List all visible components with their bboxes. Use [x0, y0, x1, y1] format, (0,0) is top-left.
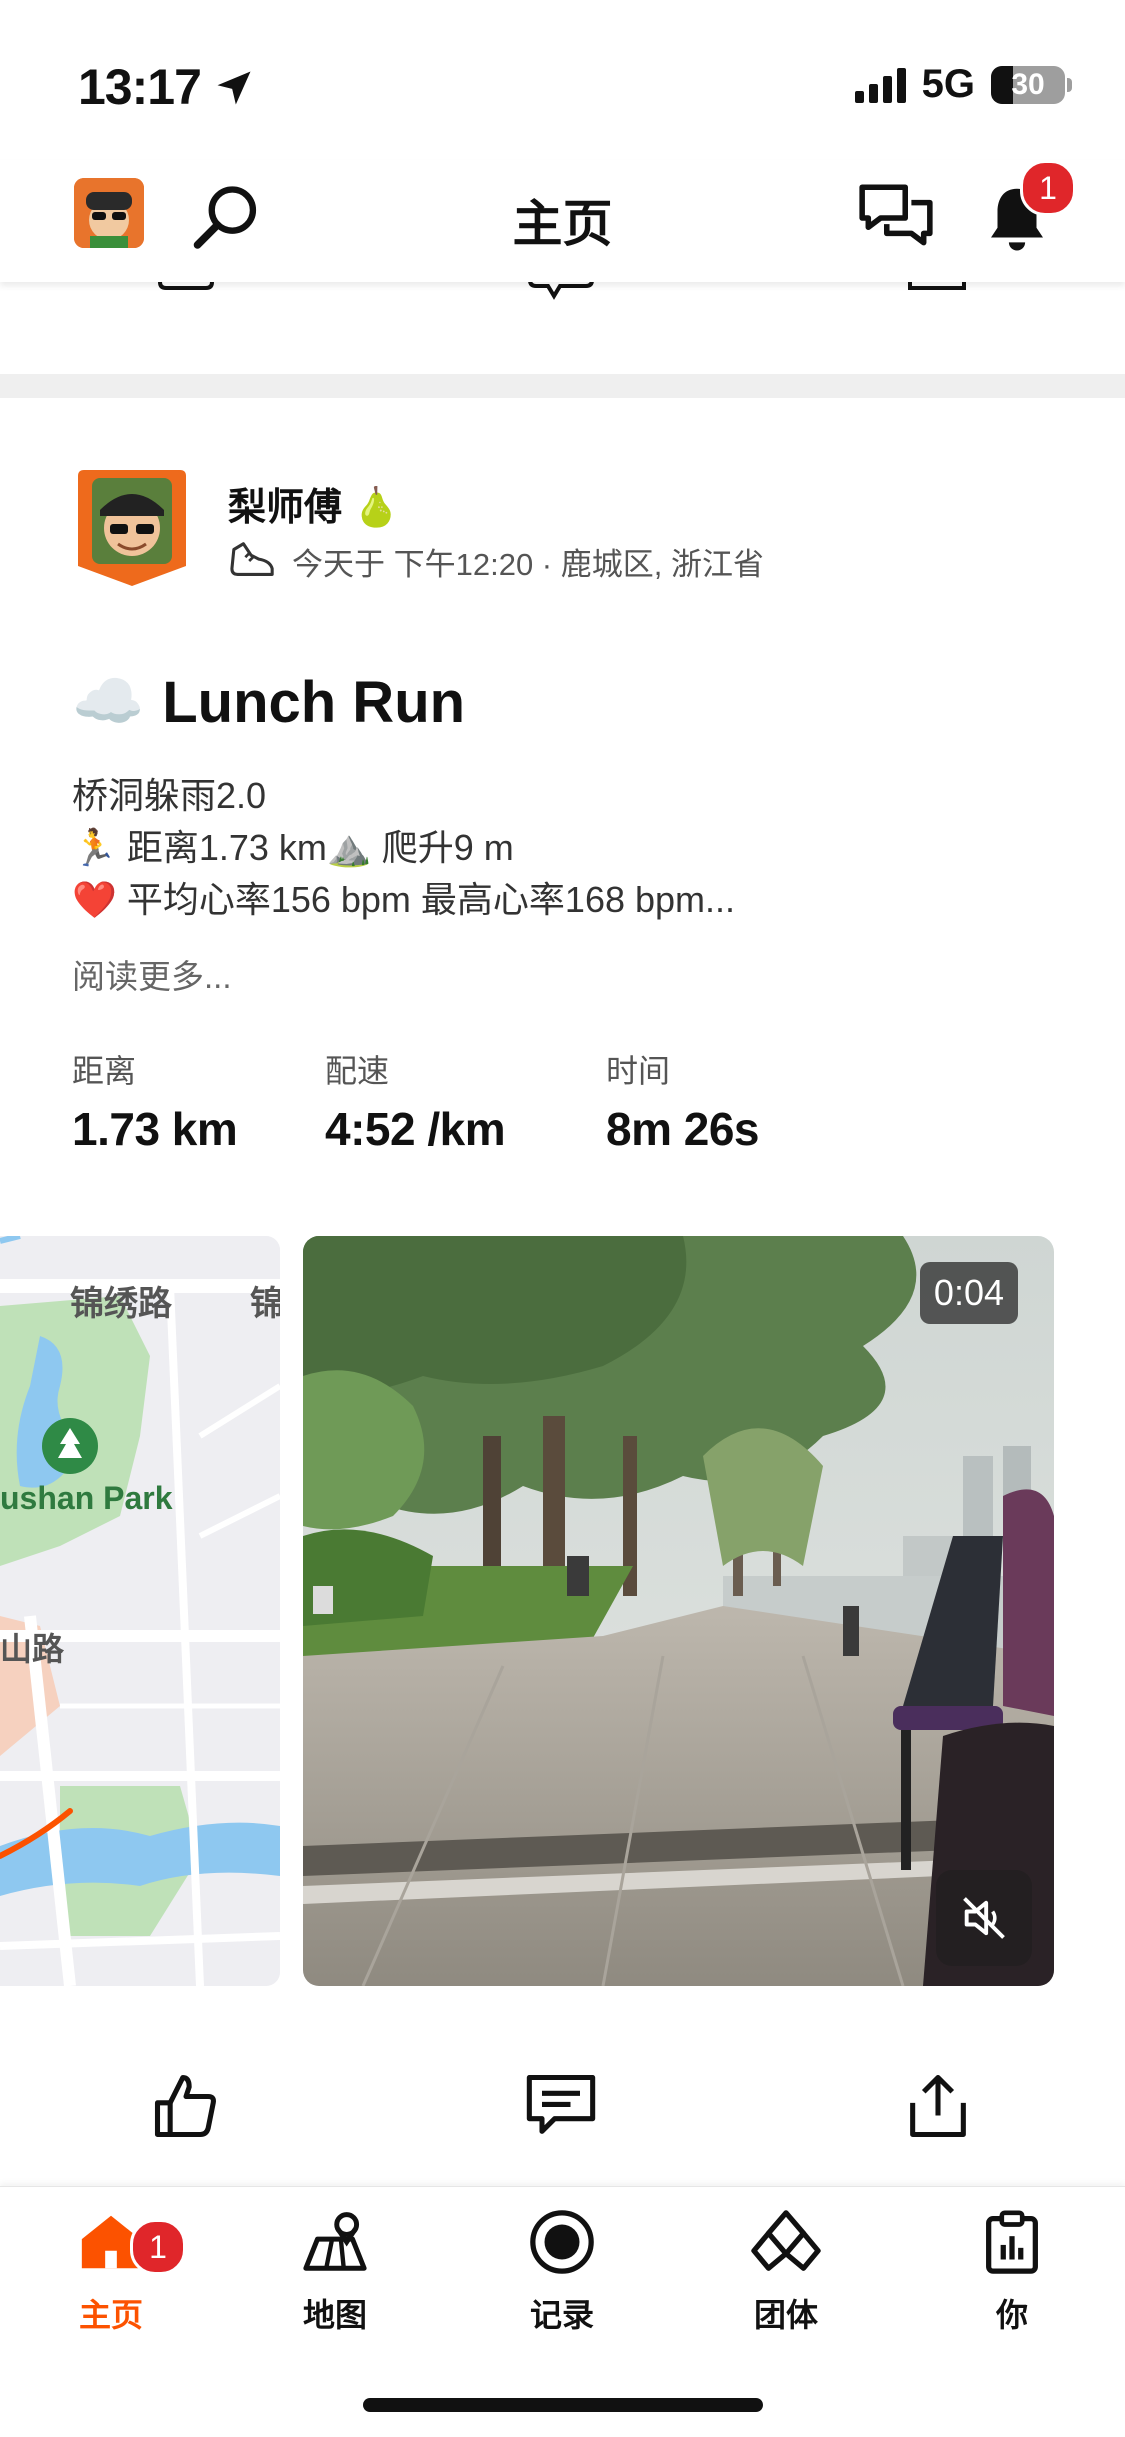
- author-name[interactable]: 梨师傅 🍐: [228, 476, 400, 531]
- record-icon: [530, 2210, 594, 2274]
- description-line: 🏃 距离1.73 km⛰️ 爬升9 m: [72, 827, 514, 868]
- top-header: 主页 1: [0, 160, 1125, 282]
- route-map[interactable]: 锦绣路 锦 ushan Park 山路: [0, 1236, 280, 1986]
- profile-stats-icon: [986, 2210, 1038, 2274]
- nav-label: 记录: [529, 2297, 594, 2333]
- stat-distance: 距离 1.73 km: [72, 1053, 238, 1155]
- nav-groups[interactable]: 团体: [721, 2207, 851, 2336]
- nav-home-badge: 1: [130, 2219, 186, 2275]
- post-meta-text: 今天于 下午12:20 · 鹿城区, 浙江省: [292, 546, 764, 582]
- cloud-emoji: ☁️: [72, 669, 145, 734]
- description-line: ❤️ 平均心率156 bpm 最高心率168 bpm...: [72, 879, 736, 920]
- groups-icon: [751, 2210, 821, 2271]
- pear-emoji: 🍐: [352, 487, 400, 529]
- nav-label: 主页: [78, 2297, 143, 2333]
- mute-button[interactable]: [936, 1870, 1032, 1966]
- description-line: 桥洞躲雨2.0: [72, 775, 267, 816]
- nav-label: 你: [995, 2297, 1028, 2333]
- notification-badge: 1: [1020, 160, 1076, 216]
- status-time: 13:17: [78, 59, 202, 115]
- map-road-label: 山路: [0, 1631, 65, 1667]
- stat-pace: 配速 4:52 /km: [325, 1053, 506, 1155]
- home-indicator[interactable]: [363, 2398, 763, 2412]
- previous-post-actions: [0, 268, 1125, 302]
- activity-video[interactable]: 0:04: [303, 1236, 1054, 1986]
- location-arrow-icon: [217, 71, 251, 105]
- nav-you[interactable]: 你: [947, 2207, 1077, 2336]
- share-icon[interactable]: [900, 2068, 976, 2144]
- activity-title[interactable]: ☁️ Lunch Run: [72, 668, 465, 736]
- comment-bubble-icon[interactable]: [522, 2068, 600, 2144]
- activity-title-text: Lunch Run: [162, 669, 466, 735]
- nav-label: 团体: [753, 2297, 818, 2333]
- post-meta: 今天于 下午12:20 · 鹿城区, 浙江省: [228, 538, 764, 584]
- page-title: 主页: [512, 196, 613, 252]
- battery-icon: 30: [991, 65, 1072, 104]
- stat-time: 时间 8m 26s: [606, 1053, 760, 1155]
- nav-label: 地图: [302, 2297, 367, 2333]
- signal-icon: [854, 67, 906, 103]
- status-right: 5G 30: [854, 62, 1072, 107]
- shoe-icon: [230, 542, 274, 576]
- read-more-link[interactable]: 阅读更多...: [72, 950, 232, 998]
- speaker-muted-icon: [963, 1897, 1005, 1939]
- nav-maps[interactable]: 地图: [270, 2207, 400, 2336]
- map-park-label: ushan Park: [0, 1480, 173, 1516]
- map-road-label: 锦绣路: [70, 1285, 172, 1323]
- nav-home[interactable]: 主页 1: [46, 2207, 186, 2336]
- map-icon: [303, 2212, 367, 2271]
- messages-icon[interactable]: [856, 180, 936, 256]
- activity-description: 桥洞躲雨2.0 🏃 距离1.73 km⛰️ 爬升9 m ❤️ 平均心率156 b…: [72, 770, 735, 926]
- author-avatar[interactable]: [78, 470, 186, 586]
- video-duration: 0:04: [919, 1262, 1018, 1324]
- kudos-thumbs-up-icon[interactable]: [148, 2068, 224, 2144]
- nav-record[interactable]: 记录: [497, 2207, 627, 2336]
- feed-separator: [0, 374, 1125, 398]
- map-road-label: 锦: [250, 1285, 280, 1323]
- network-type: 5G: [921, 62, 975, 106]
